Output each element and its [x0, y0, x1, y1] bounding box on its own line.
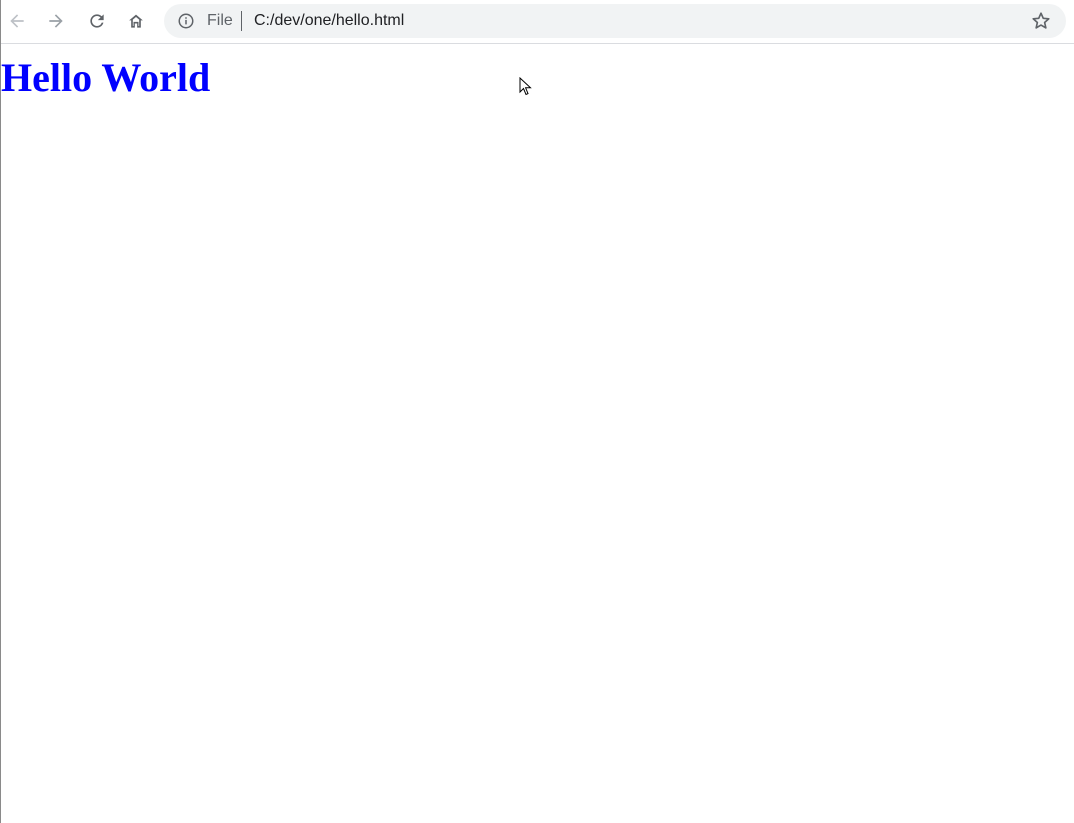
page-content: Hello World — [1, 44, 1074, 823]
reload-icon — [90, 14, 104, 28]
page-heading: Hello World — [1, 55, 211, 100]
url-text[interactable]: C:/dev/one/hello.html — [254, 11, 404, 31]
arrow-right-icon — [49, 14, 63, 28]
arrow-left-icon — [10, 14, 24, 28]
browser-toolbar: File C:/dev/one/hello.html — [1, 0, 1074, 44]
browser-window: File C:/dev/one/hello.html Hello World — [0, 0, 1074, 823]
forward-button[interactable] — [42, 7, 70, 35]
home-icon — [129, 14, 143, 28]
home-button[interactable] — [122, 7, 150, 35]
reload-button[interactable] — [83, 7, 111, 35]
back-button[interactable] — [3, 7, 31, 35]
info-icon[interactable] — [177, 12, 195, 30]
scheme-label: File — [207, 12, 233, 29]
star-icon — [1032, 12, 1050, 29]
mouse-cursor-icon — [519, 77, 532, 96]
scheme-divider — [241, 11, 242, 31]
bookmark-button[interactable] — [1030, 10, 1052, 32]
address-bar[interactable]: File C:/dev/one/hello.html — [164, 4, 1066, 38]
